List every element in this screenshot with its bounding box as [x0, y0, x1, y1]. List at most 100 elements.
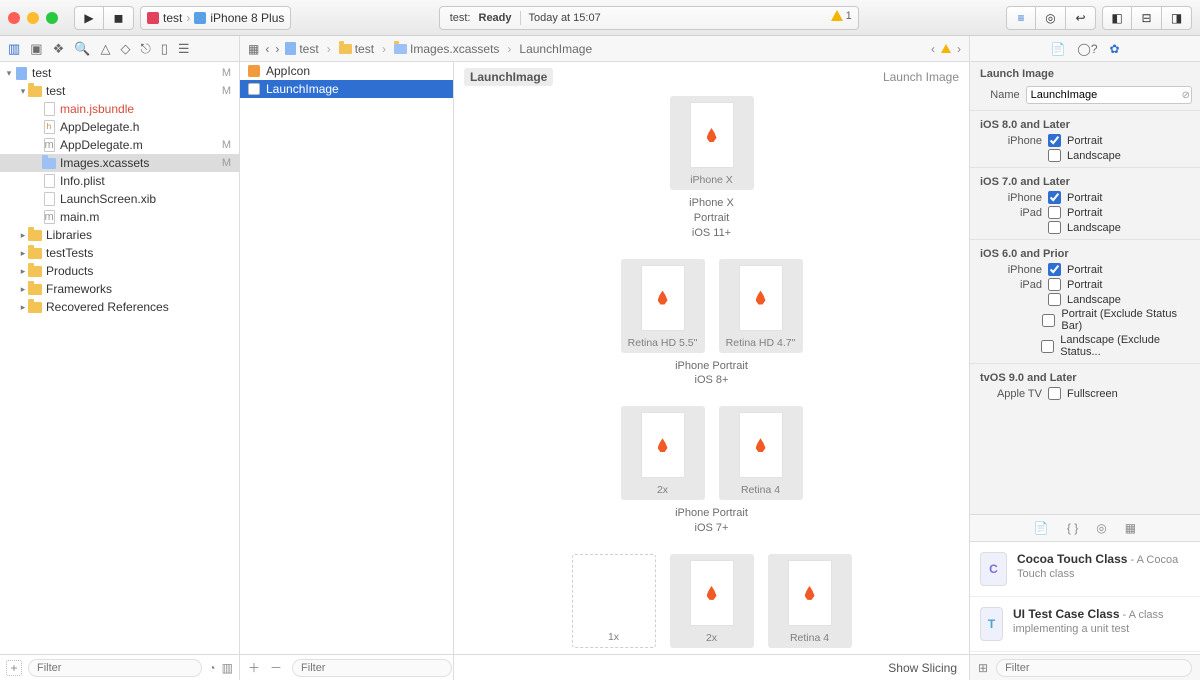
- disclosure-icon[interactable]: ▸: [18, 248, 28, 259]
- jump-prev-icon[interactable]: ‹: [931, 42, 935, 56]
- related-items-icon[interactable]: ▦: [248, 42, 259, 56]
- image-well[interactable]: iPhone X: [670, 96, 754, 190]
- navigator-filter-input[interactable]: [28, 659, 202, 677]
- crumb-3[interactable]: LaunchImage: [519, 42, 592, 56]
- source-control-icon[interactable]: ▣: [30, 41, 42, 57]
- image-well[interactable]: Retina HD 4.7": [719, 259, 803, 353]
- image-slot[interactable]: 2x: [670, 554, 754, 648]
- toggle-navigator-button[interactable]: ◧: [1102, 6, 1132, 30]
- project-root[interactable]: ▾testM: [0, 64, 239, 82]
- assistant-editor-button[interactable]: ◎: [1036, 6, 1066, 30]
- scheme-selector[interactable]: test › iPhone 8 Plus: [140, 6, 291, 30]
- inspector-checkbox[interactable]: [1041, 340, 1054, 353]
- asset-filter-input[interactable]: [292, 659, 452, 677]
- file-row[interactable]: mAppDelegate.mM: [0, 136, 239, 154]
- disclosure-icon[interactable]: ▸: [18, 302, 28, 313]
- library-item[interactable]: CCocoa Touch Class - A Cocoa Touch class: [970, 542, 1200, 597]
- nav-back-icon[interactable]: ‹: [265, 42, 269, 56]
- group-row[interactable]: ▸Products: [0, 262, 239, 280]
- image-slot[interactable]: iPhone X: [670, 96, 754, 190]
- library-item[interactable]: TUI Test Case Class - A class implementi…: [970, 597, 1200, 652]
- media-library-icon[interactable]: ▦: [1125, 521, 1136, 535]
- inspector-checkbox[interactable]: [1048, 278, 1061, 291]
- recent-filter-icon[interactable]: ◔: [208, 661, 215, 675]
- image-slot[interactable]: Retina 4: [719, 406, 803, 500]
- group-row[interactable]: ▸testTests: [0, 244, 239, 262]
- group-row[interactable]: ▸Libraries: [0, 226, 239, 244]
- image-slot[interactable]: Retina 4: [768, 554, 852, 648]
- image-well[interactable]: 1x: [572, 554, 656, 648]
- image-well[interactable]: 2x: [621, 406, 705, 500]
- attributes-inspector-icon[interactable]: ✿: [1110, 42, 1120, 56]
- inspector-checkbox[interactable]: [1048, 134, 1061, 147]
- image-slot[interactable]: 1x: [572, 554, 656, 648]
- file-row[interactable]: hAppDelegate.h: [0, 118, 239, 136]
- image-slot[interactable]: Retina HD 4.7": [719, 259, 803, 353]
- project-navigator-icon[interactable]: ▥: [8, 41, 20, 57]
- symbol-navigator-icon[interactable]: ❖: [53, 41, 65, 57]
- test-navigator-icon[interactable]: ◇: [120, 41, 130, 57]
- report-navigator-icon[interactable]: ☰: [178, 41, 190, 57]
- jump-warning-icon[interactable]: [941, 44, 951, 53]
- debug-navigator-icon[interactable]: ⎋: [140, 41, 150, 57]
- inspector-checkbox[interactable]: [1048, 221, 1061, 234]
- breakpoint-navigator-icon[interactable]: ▯: [161, 41, 168, 57]
- library-filter-input[interactable]: [996, 659, 1192, 677]
- zoom-window-button[interactable]: [46, 12, 58, 24]
- group-row[interactable]: ▸Frameworks: [0, 280, 239, 298]
- image-well[interactable]: Retina HD 5.5": [621, 259, 705, 353]
- find-navigator-icon[interactable]: 🔍: [74, 41, 90, 57]
- image-well[interactable]: 2x: [670, 554, 754, 648]
- file-row[interactable]: Info.plist: [0, 172, 239, 190]
- toggle-debug-button[interactable]: ⊟: [1132, 6, 1162, 30]
- inspector-checkbox[interactable]: [1048, 293, 1061, 306]
- version-editor-button[interactable]: ↩: [1066, 6, 1096, 30]
- scm-filter-icon[interactable]: ▥: [222, 661, 233, 675]
- disclosure-icon[interactable]: ▸: [18, 284, 28, 295]
- object-library-icon[interactable]: ◎: [1096, 521, 1106, 535]
- file-row[interactable]: main.jsbundle: [0, 100, 239, 118]
- group-row[interactable]: ▾testM: [0, 82, 239, 100]
- close-window-button[interactable]: [8, 12, 20, 24]
- asset-remove-button[interactable]: －: [270, 659, 282, 676]
- disclosure-icon[interactable]: ▾: [4, 68, 14, 79]
- issue-navigator-icon[interactable]: △: [100, 41, 110, 57]
- file-inspector-icon[interactable]: 📄: [1050, 42, 1065, 56]
- minimize-window-button[interactable]: [27, 12, 39, 24]
- file-row[interactable]: LaunchScreen.xib: [0, 190, 239, 208]
- run-button[interactable]: ▶: [74, 6, 104, 30]
- file-row[interactable]: mmain.m: [0, 208, 239, 226]
- inspector-checkbox[interactable]: [1042, 314, 1055, 327]
- image-well[interactable]: Retina 4: [719, 406, 803, 500]
- code-snippet-library-icon[interactable]: { }: [1067, 521, 1078, 535]
- quick-help-icon[interactable]: ◯?: [1077, 42, 1097, 56]
- inspector-checkbox[interactable]: [1048, 149, 1061, 162]
- crumb-1[interactable]: test: [355, 42, 374, 56]
- jump-bar[interactable]: ▦ ‹ › test test Images.xcassets LaunchIm…: [240, 36, 970, 61]
- stop-button[interactable]: ◼: [104, 6, 134, 30]
- nav-forward-icon[interactable]: ›: [275, 42, 279, 56]
- library-grid-icon[interactable]: ⊞: [978, 661, 988, 675]
- crumb-0[interactable]: test: [299, 42, 318, 56]
- add-target-button[interactable]: +: [6, 660, 22, 676]
- inspector-name-input[interactable]: [1026, 86, 1192, 104]
- asset-item[interactable]: AppIcon: [240, 62, 453, 80]
- disclosure-icon[interactable]: ▸: [18, 266, 28, 277]
- disclosure-icon[interactable]: ▾: [18, 86, 28, 97]
- crumb-2[interactable]: Images.xcassets: [410, 42, 499, 56]
- file-template-library-icon[interactable]: 📄: [1034, 521, 1049, 535]
- status-warnings[interactable]: 1: [831, 10, 852, 22]
- disclosure-icon[interactable]: ▸: [18, 230, 28, 241]
- asset-add-button[interactable]: ＋: [248, 659, 260, 676]
- activity-status[interactable]: test: Ready Today at 15:07 1: [439, 6, 859, 30]
- clear-name-icon[interactable]: ⊘: [1182, 90, 1190, 101]
- toggle-inspector-button[interactable]: ◨: [1162, 6, 1192, 30]
- inspector-checkbox[interactable]: [1048, 206, 1061, 219]
- inspector-checkbox[interactable]: [1048, 387, 1061, 400]
- image-slot[interactable]: 2x: [621, 406, 705, 500]
- standard-editor-button[interactable]: ≡: [1006, 6, 1036, 30]
- inspector-checkbox[interactable]: [1048, 191, 1061, 204]
- file-row[interactable]: Images.xcassetsM: [0, 154, 239, 172]
- asset-item[interactable]: LaunchImage: [240, 80, 453, 98]
- image-well[interactable]: Retina 4: [768, 554, 852, 648]
